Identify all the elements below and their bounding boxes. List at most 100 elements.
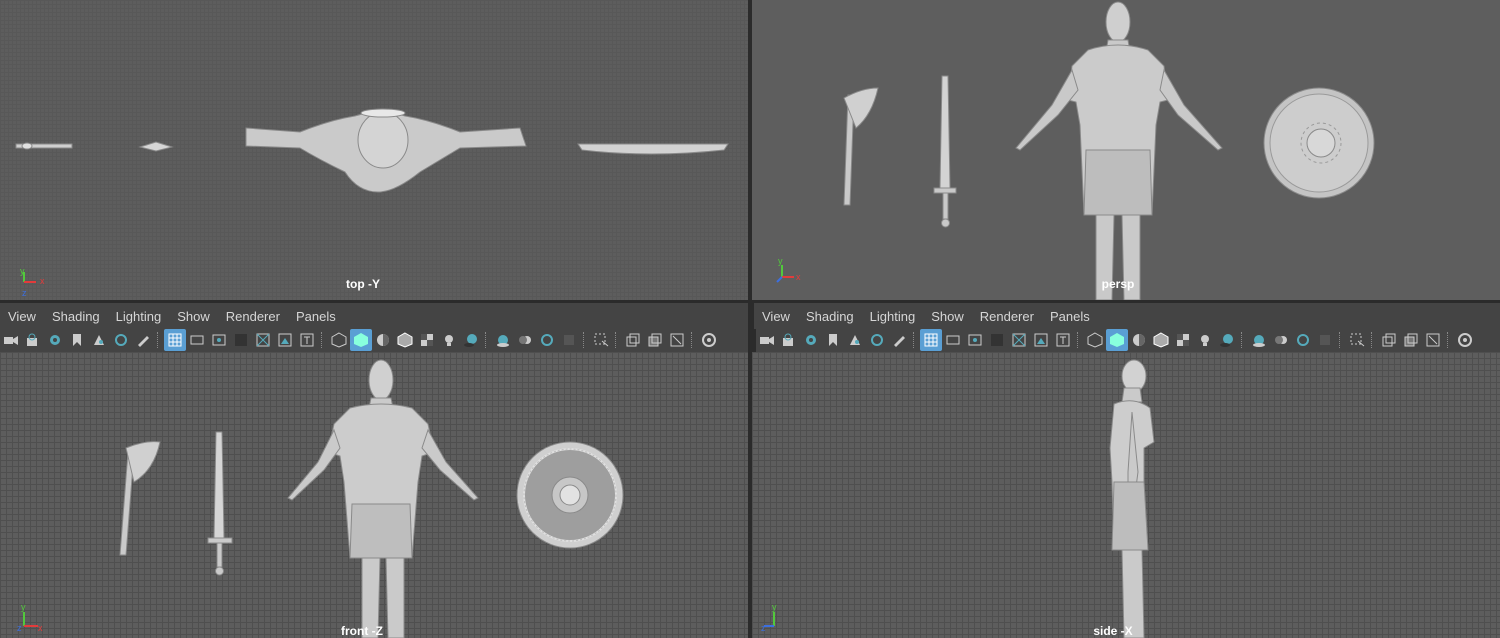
panel-toolbar-right [756,328,1500,352]
axis-gizmo-side: y z [761,602,777,632]
wireframe-on-shaded-icon[interactable] [394,329,416,351]
menu-view[interactable]: View [0,309,44,324]
isolate-select-icon[interactable] [590,329,612,351]
bookmark-icon[interactable] [66,329,88,351]
viewport-label-top: top -Y [346,277,380,291]
motion-blur-icon[interactable] [514,329,536,351]
camera-attributes-icon[interactable] [44,329,66,351]
image-plane-icon[interactable] [88,329,110,351]
shadows-icon[interactable] [1216,329,1238,351]
depth-of-field-icon[interactable] [1314,329,1336,351]
textured-icon[interactable] [1172,329,1194,351]
panel-menubar-left: View Shading Lighting Show Renderer Pane… [0,303,748,329]
wireframe-icon[interactable] [1084,329,1106,351]
menu-shading[interactable]: Shading [798,309,862,324]
textured-icon[interactable] [416,329,438,351]
camera-icon[interactable] [756,329,778,351]
persp-view-models [843,1,1375,300]
field-chart-icon[interactable] [252,329,274,351]
viewport-front[interactable]: y x z front -Z [0,352,748,638]
resolution-gate-icon[interactable] [208,329,230,351]
menu-show[interactable]: Show [923,309,972,324]
xray-components-icon[interactable] [666,329,688,351]
axis-gizmo-front: y x z [17,602,43,632]
2d-pan-zoom-icon[interactable] [110,329,132,351]
xray-icon[interactable] [1378,329,1400,351]
menu-lighting[interactable]: Lighting [108,309,170,324]
isolate-select-icon[interactable] [1346,329,1368,351]
motion-blur-icon[interactable] [1270,329,1292,351]
image-plane-icon[interactable] [844,329,866,351]
default-material-icon[interactable] [372,329,394,351]
panel-toolbar-left [0,328,748,352]
axis-z-label: z [17,623,22,632]
menu-panels[interactable]: Panels [1042,309,1098,324]
safe-title-icon[interactable] [1052,329,1074,351]
viewport-label-side: side -X [1093,624,1133,638]
grid-icon[interactable] [920,329,942,351]
camera-attributes-icon[interactable] [800,329,822,351]
shadows-icon[interactable] [460,329,482,351]
axis-gizmo-top: z x y [20,268,45,298]
lock-camera-icon[interactable] [778,329,800,351]
lock-camera-icon[interactable] [22,329,44,351]
menu-shading[interactable]: Shading [44,309,108,324]
viewport-top[interactable]: z x y top -Y [0,0,748,300]
axis-y-label: y [778,256,783,266]
use-all-lights-icon[interactable] [438,329,460,351]
axis-y-label: y [20,268,25,276]
film-gate-icon[interactable] [942,329,964,351]
viewport-label-front: front -Z [341,624,383,638]
grid-icon[interactable] [164,329,186,351]
safe-title-icon[interactable] [296,329,318,351]
menu-show[interactable]: Show [169,309,218,324]
safe-action-icon[interactable] [1030,329,1052,351]
axis-z-label: z [761,623,766,632]
grease-pencil-icon[interactable] [888,329,910,351]
exposure-icon[interactable] [698,329,720,351]
axis-z-label: z [22,288,27,298]
viewport-persp[interactable]: y x persp [752,0,1500,300]
xray-components-icon[interactable] [1422,329,1444,351]
axis-x-label: x [40,276,45,286]
side-view-models [1109,359,1155,638]
xray-joints-icon[interactable] [1400,329,1422,351]
menu-renderer[interactable]: Renderer [972,309,1042,324]
gate-mask-icon[interactable] [986,329,1008,351]
smooth-shade-icon[interactable] [1106,329,1128,351]
grease-pencil-icon[interactable] [132,329,154,351]
use-all-lights-icon[interactable] [1194,329,1216,351]
axis-gizmo-persp: y x [776,256,801,283]
menu-view[interactable]: View [754,309,798,324]
camera-icon[interactable] [0,329,22,351]
depth-of-field-icon[interactable] [558,329,580,351]
smooth-shade-icon[interactable] [350,329,372,351]
anti-aliasing-icon[interactable] [536,329,558,351]
default-material-icon[interactable] [1128,329,1150,351]
menu-renderer[interactable]: Renderer [218,309,288,324]
axis-x-label: x [38,623,43,632]
axis-y-label: y [772,602,777,612]
panel-menubar-right: View Shading Lighting Show Renderer Pane… [754,303,1500,329]
resolution-gate-icon[interactable] [964,329,986,351]
xray-joints-icon[interactable] [644,329,666,351]
xray-icon[interactable] [622,329,644,351]
axis-y-label: y [21,602,26,612]
viewport-label-persp: persp [1101,277,1135,291]
safe-action-icon[interactable] [274,329,296,351]
ambient-occlusion-icon[interactable] [1248,329,1270,351]
exposure-icon[interactable] [1454,329,1476,351]
gate-mask-icon[interactable] [230,329,252,351]
menu-panels[interactable]: Panels [288,309,344,324]
axis-x-label: x [796,272,801,282]
bookmark-icon[interactable] [822,329,844,351]
field-chart-icon[interactable] [1008,329,1030,351]
anti-aliasing-icon[interactable] [1292,329,1314,351]
wireframe-icon[interactable] [328,329,350,351]
viewport-side[interactable]: y z side -X [752,352,1500,638]
2d-pan-zoom-icon[interactable] [866,329,888,351]
film-gate-icon[interactable] [186,329,208,351]
ambient-occlusion-icon[interactable] [492,329,514,351]
wireframe-on-shaded-icon[interactable] [1150,329,1172,351]
menu-lighting[interactable]: Lighting [862,309,924,324]
